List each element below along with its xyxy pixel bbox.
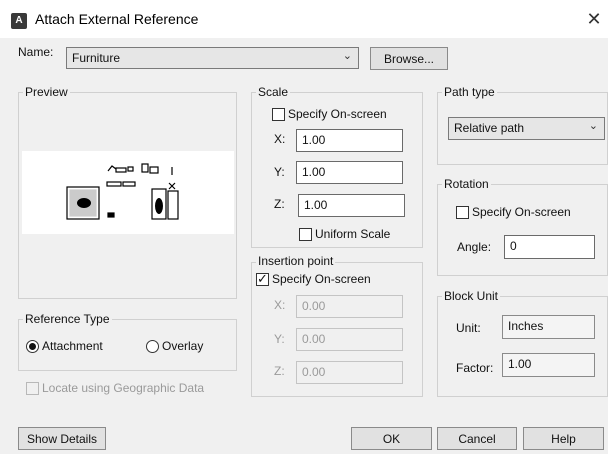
block-unit-group — [437, 296, 608, 397]
insertion-y-input[interactable]: 0.00 — [296, 328, 403, 351]
uniform-scale-checkbox[interactable] — [299, 228, 312, 241]
overlay-radio[interactable] — [146, 340, 159, 353]
rotation-title: Rotation — [442, 177, 491, 191]
insertion-specify-checkbox[interactable] — [256, 271, 269, 287]
attachment-label: Attachment — [42, 339, 103, 353]
scale-specify-checkbox[interactable] — [272, 108, 285, 121]
scale-specify-label: Specify On-screen — [288, 107, 387, 121]
scale-z-label: Z: — [274, 197, 285, 211]
factor-field: 1.00 — [502, 353, 595, 377]
scale-x-input[interactable]: 1.00 — [296, 129, 403, 152]
uniform-scale-label: Uniform Scale — [315, 227, 391, 241]
name-dropdown[interactable]: Furniture ⌄ — [66, 47, 359, 69]
insertion-specify-label: Specify On-screen — [272, 272, 371, 286]
preview-image — [22, 151, 234, 234]
preview-title: Preview — [23, 85, 70, 99]
name-label: Name: — [18, 45, 54, 59]
name-value: Furniture — [72, 51, 121, 65]
furniture-preview-drawing — [66, 163, 179, 220]
help-button[interactable]: Help — [523, 427, 604, 450]
browse-button[interactable]: Browse... — [370, 47, 448, 70]
path-type-dropdown[interactable]: Relative path ⌄ — [448, 117, 605, 140]
insertion-x-input[interactable]: 0.00 — [296, 295, 403, 318]
reference-type-title: Reference Type — [23, 312, 112, 326]
rotation-specify-checkbox[interactable] — [456, 206, 469, 219]
geographic-data-label: Locate using Geographic Data — [42, 381, 205, 395]
cancel-button[interactable]: Cancel — [437, 427, 517, 450]
path-type-value: Relative path — [454, 121, 525, 135]
ok-button[interactable]: OK — [351, 427, 432, 450]
show-details-button[interactable]: Show Details — [18, 427, 106, 450]
chevron-down-icon: ⌄ — [342, 50, 352, 62]
attachment-radio[interactable] — [26, 340, 39, 353]
insertion-y-label: Y: — [274, 332, 285, 346]
overlay-label: Overlay — [162, 339, 204, 353]
insertion-z-input[interactable]: 0.00 — [296, 361, 403, 384]
scale-z-input[interactable]: 1.00 — [298, 194, 405, 217]
insertion-z-label: Z: — [274, 364, 285, 378]
insertion-x-label: X: — [274, 298, 286, 312]
rotation-group — [437, 184, 608, 276]
angle-label: Angle: — [457, 240, 492, 254]
geographic-data-checkbox[interactable] — [26, 382, 39, 395]
scale-title: Scale — [256, 85, 291, 99]
insertion-point-title: Insertion point — [256, 254, 336, 268]
scale-x-label: X: — [274, 132, 286, 146]
block-unit-title: Block Unit — [442, 289, 501, 303]
angle-input[interactable]: 0 — [504, 235, 595, 259]
path-type-title: Path type — [442, 85, 497, 99]
unit-field: Inches — [502, 315, 595, 339]
window-title: Attach External Reference — [35, 11, 199, 27]
unit-label: Unit: — [456, 321, 481, 335]
autocad-icon: A — [11, 13, 27, 29]
factor-label: Factor: — [456, 361, 494, 375]
chevron-down-icon: ⌄ — [588, 120, 598, 132]
rotation-specify-label: Specify On-screen — [472, 205, 571, 219]
scale-y-label: Y: — [274, 165, 285, 179]
scale-y-input[interactable]: 1.00 — [296, 161, 403, 184]
close-icon[interactable]: ✕ — [583, 8, 605, 30]
